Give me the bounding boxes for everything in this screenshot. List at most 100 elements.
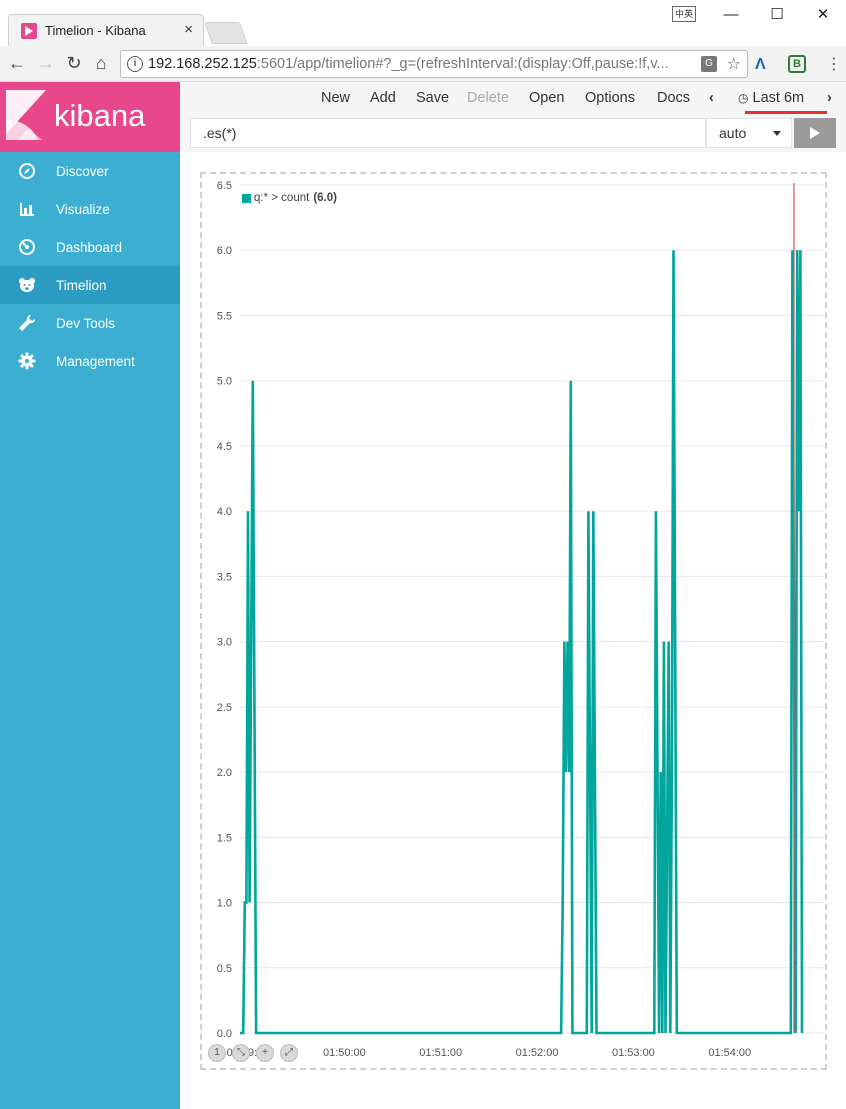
y-tick-label: 1.5 <box>217 832 232 844</box>
new-button[interactable]: New <box>321 90 350 106</box>
pan-reset-button[interactable]: 1 <box>208 1044 226 1062</box>
kibana-brand[interactable]: kibana <box>0 82 180 152</box>
sidebar-item-label: Management <box>56 353 135 369</box>
url-text: 192.168.252.125:5601/app/timelion#?_g=(r… <box>148 56 669 72</box>
maximize-button[interactable]: ☐ <box>754 5 800 23</box>
home-icon[interactable]: ⌂ <box>90 52 112 74</box>
x-tick-label: 01:51:00 <box>419 1047 462 1059</box>
info-icon[interactable]: i <box>127 56 143 72</box>
tab-title: Timelion - Kibana <box>45 23 146 38</box>
y-tick-label: 0.5 <box>217 963 232 975</box>
brand-name: kibana <box>54 98 146 133</box>
address-bar[interactable]: i 192.168.252.125:5601/app/timelion#?_g=… <box>120 50 748 78</box>
extension-icon[interactable]: Λ <box>755 56 766 74</box>
chart-legend: q:* > count (6.0) <box>242 192 337 204</box>
y-tick-label: 4.0 <box>217 506 232 518</box>
y-tick-label: 4.5 <box>217 441 232 453</box>
forward-arrow-icon[interactable]: → <box>35 52 57 74</box>
y-tick-label: 3.5 <box>217 571 232 583</box>
reload-icon[interactable]: ↻ <box>63 52 85 74</box>
minimize-button[interactable]: — <box>708 6 754 23</box>
interval-select[interactable]: auto <box>706 118 792 148</box>
bear-icon <box>18 276 36 294</box>
close-window-button[interactable]: ✕ <box>800 5 846 23</box>
back-arrow-icon[interactable]: ← <box>6 52 28 74</box>
timelion-top-menu: New Add Save Delete Open Options Docs ‹ … <box>180 82 846 114</box>
docs-button[interactable]: Docs <box>657 90 690 106</box>
sidebar-item-discover[interactable]: Discover <box>0 152 180 190</box>
kibana-sidebar: kibana Discover Visualize Dashboard Time… <box>0 82 180 1109</box>
time-next-chevron-icon[interactable]: › <box>827 90 832 106</box>
caret-down-icon <box>773 131 781 136</box>
wrench-icon <box>18 314 36 332</box>
chart-grid <box>240 184 824 1034</box>
y-tick-label: 5.0 <box>217 376 232 388</box>
time-range-label: Last 6m <box>752 90 805 106</box>
y-axis: 0.0 0.5 1.0 1.5 2.0 2.5 3.0 3.5 4.0 4.5 5.0 5.5 6.0 6… <box>217 180 232 1040</box>
expand-icon[interactable]: ⤢ <box>280 1044 298 1062</box>
expression-input[interactable]: .es(*) <box>190 118 706 148</box>
browser-titlebar: Timelion - Kibana × 中英 — ☐ ✕ <box>0 0 846 46</box>
options-button[interactable]: Options <box>585 90 635 106</box>
x-tick-label: 01:53:00 <box>612 1047 655 1059</box>
kibana-logo-icon <box>6 90 46 140</box>
time-prev-chevron-icon[interactable]: ‹ <box>709 90 714 106</box>
delete-button[interactable]: Delete <box>467 90 509 106</box>
legend-value: (6.0) <box>313 192 337 204</box>
sidebar-item-dev-tools[interactable]: Dev Tools <box>0 304 180 342</box>
query-bar: .es(*) auto <box>180 114 846 152</box>
open-button[interactable]: Open <box>529 90 564 106</box>
save-button[interactable]: Save <box>416 90 449 106</box>
y-tick-label: 2.5 <box>217 702 232 714</box>
zoom-in-icon[interactable]: + <box>256 1044 274 1062</box>
window-controls: — ☐ ✕ <box>708 0 846 28</box>
sidebar-item-label: Dev Tools <box>56 315 116 331</box>
x-tick-label: 01:54:00 <box>708 1047 751 1059</box>
interval-value: auto <box>719 125 747 141</box>
legend-swatch <box>242 193 251 203</box>
time-picker-button[interactable]: ◷ Last 6m <box>738 90 804 106</box>
sidebar-item-label: Dashboard <box>56 239 123 255</box>
kibana-favicon-icon <box>21 23 37 39</box>
new-tab-button[interactable] <box>203 22 249 44</box>
sidebar-item-dashboard[interactable]: Dashboard <box>0 228 180 266</box>
clock-icon: ◷ <box>738 91 749 105</box>
x-tick-label: 01:50:00 <box>323 1047 366 1059</box>
y-tick-label: 1.0 <box>217 898 232 910</box>
sidebar-item-timelion[interactable]: Timelion <box>0 266 180 304</box>
x-tick-label: 01:52:00 <box>516 1047 559 1059</box>
compass-icon <box>18 162 36 180</box>
y-tick-label: 5.5 <box>217 310 232 322</box>
url-path: :5601/app/timelion#?_g=(refreshInterval:… <box>256 56 669 72</box>
tab-close-icon[interactable]: × <box>184 21 193 38</box>
ime-indicator: 中英 <box>672 6 696 22</box>
bookmark-star-icon[interactable]: ☆ <box>727 54 741 74</box>
sidebar-nav: Discover Visualize Dashboard Timelion De… <box>0 152 180 380</box>
sidebar-item-management[interactable]: Management <box>0 342 180 380</box>
sidebar-item-label: Timelion <box>56 277 107 293</box>
x-axis: 01:49:0001:50:0001:51:0001:52:0001:53:00… <box>227 1047 752 1059</box>
browser-tab[interactable]: Timelion - Kibana × <box>8 14 204 46</box>
timelion-chart: 0.0 0.5 1.0 1.5 2.0 2.5 3.0 3.5 4.0 4.5 5.0 5.5 6.0 6… <box>217 180 824 1059</box>
sidebar-item-visualize[interactable]: Visualize <box>0 190 180 228</box>
zoom-out-icon[interactable]: ⤡ <box>232 1044 250 1062</box>
translate-icon[interactable]: G <box>701 56 717 72</box>
y-tick-label: 0.0 <box>217 1028 232 1040</box>
run-button[interactable] <box>794 118 836 148</box>
extension-2-icon[interactable]: B <box>788 55 806 73</box>
y-tick-label: 6.0 <box>217 245 232 257</box>
browser-menu-icon[interactable]: ⋮ <box>826 54 842 74</box>
browser-toolbar: ← → ↻ ⌂ i 192.168.252.125:5601/app/timel… <box>0 46 846 82</box>
y-tick-label: 3.0 <box>217 637 232 649</box>
sidebar-item-label: Discover <box>56 163 109 179</box>
legend-label: q:* > count <box>254 192 310 204</box>
chart-panel[interactable]: 0.0 0.5 1.0 1.5 2.0 2.5 3.0 3.5 4.0 4.5 5.0 5.5 6.0 6… <box>200 172 827 1070</box>
gear-icon <box>18 352 36 370</box>
dashboard-icon <box>18 238 36 256</box>
url-host: 192.168.252.125 <box>148 56 257 72</box>
bar-chart-icon <box>18 200 36 218</box>
add-button[interactable]: Add <box>370 90 396 106</box>
y-tick-label: 6.5 <box>217 180 232 192</box>
y-tick-label: 2.0 <box>217 767 232 779</box>
sidebar-item-label: Visualize <box>56 201 110 217</box>
